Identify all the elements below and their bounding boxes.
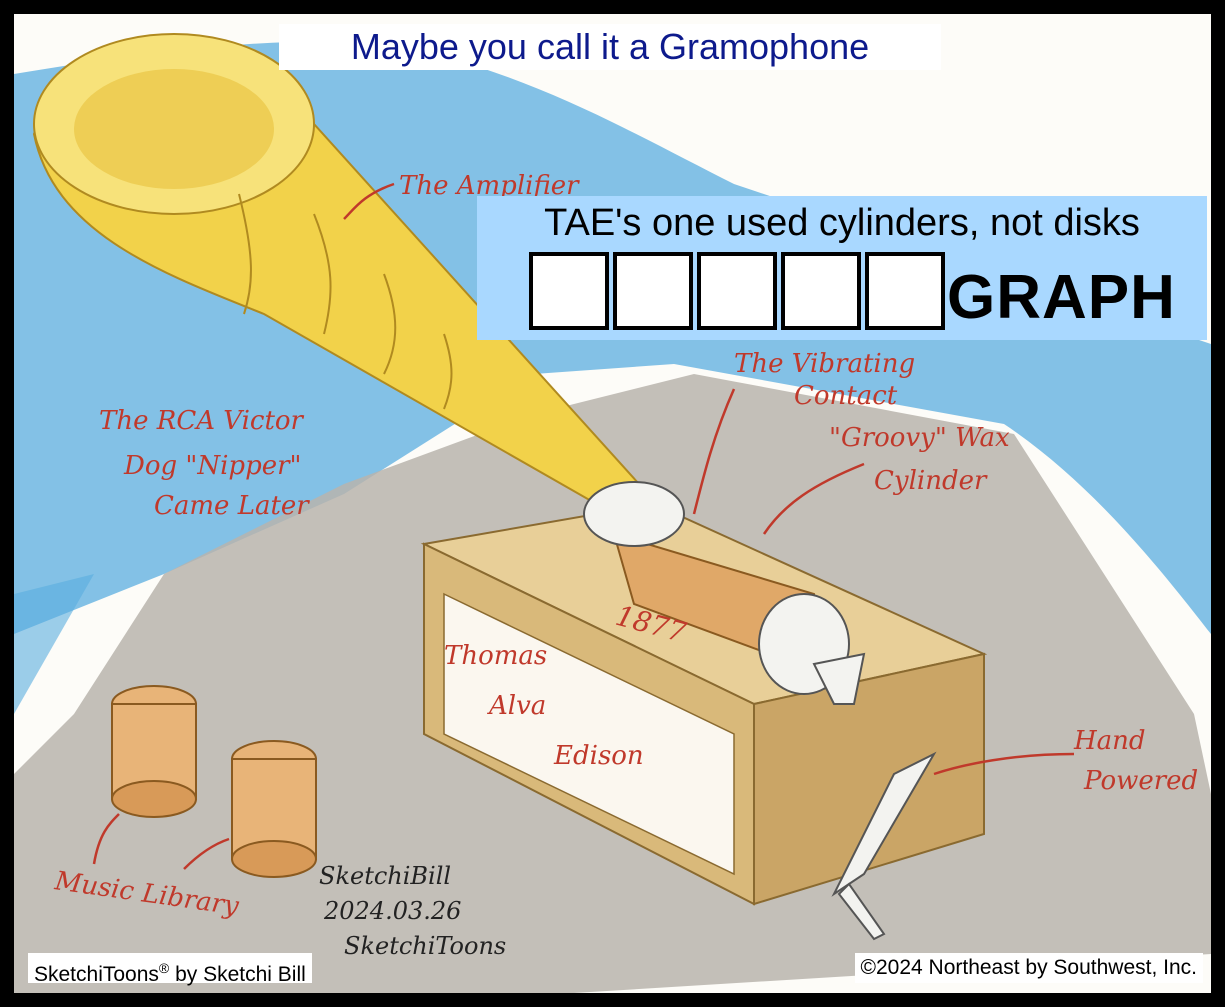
label-hand-1: Hand <box>1073 726 1146 756</box>
label-vibrating-contact-2: Contact <box>794 381 898 411</box>
answer-square[interactable] <box>613 252 693 330</box>
footer-brand: SketchiToons <box>34 963 159 986</box>
illustration: The Amplifier The Vibrating Contact "Gro… <box>14 33 1211 993</box>
page-title: Maybe you call it a Gramophone <box>279 24 941 70</box>
footer-author: by Sketchi Bill <box>169 963 306 986</box>
answer-square[interactable] <box>865 252 945 330</box>
label-groovy-wax-2: Cylinder <box>874 466 988 496</box>
answer-square[interactable] <box>697 252 777 330</box>
label-rca-2: Dog "Nipper" <box>123 451 302 481</box>
label-rca-1: The RCA Victor <box>99 406 305 436</box>
answer-suffix: GRAPH <box>947 263 1176 332</box>
label-rca-3: Came Later <box>154 491 310 521</box>
comic-frame: The Amplifier The Vibrating Contact "Gro… <box>0 0 1225 1007</box>
clue-box: TAE's one used cylinders, not disks GRAP… <box>477 196 1207 340</box>
signature-name: SketchiBill <box>319 862 451 890</box>
label-plate-alva: Alva <box>487 691 546 721</box>
answer-square[interactable] <box>529 252 609 330</box>
label-vibrating-contact-1: The Vibrating <box>734 349 915 379</box>
footer-credit: SketchiToons® by Sketchi Bill <box>28 953 312 986</box>
label-hand-2: Powered <box>1083 766 1198 796</box>
blue-lower-left-wash <box>14 574 94 714</box>
label-plate-edison: Edison <box>553 741 644 771</box>
registered-mark: ® <box>158 960 170 976</box>
clue-text: TAE's one used cylinders, not disks <box>544 202 1140 244</box>
label-plate-thomas: Thomas <box>444 641 547 671</box>
answer-square[interactable] <box>781 252 861 330</box>
label-groovy-wax-1: "Groovy" Wax <box>829 423 1010 453</box>
comic-panel: The Amplifier The Vibrating Contact "Gro… <box>14 14 1211 993</box>
footer-copyright: ©2024 Northeast by Southwest, Inc. <box>854 953 1203 983</box>
answer-squares <box>529 252 949 330</box>
signature-date: 2024.03.26 <box>323 897 461 925</box>
signature-brand: SketchiToons <box>344 932 506 960</box>
